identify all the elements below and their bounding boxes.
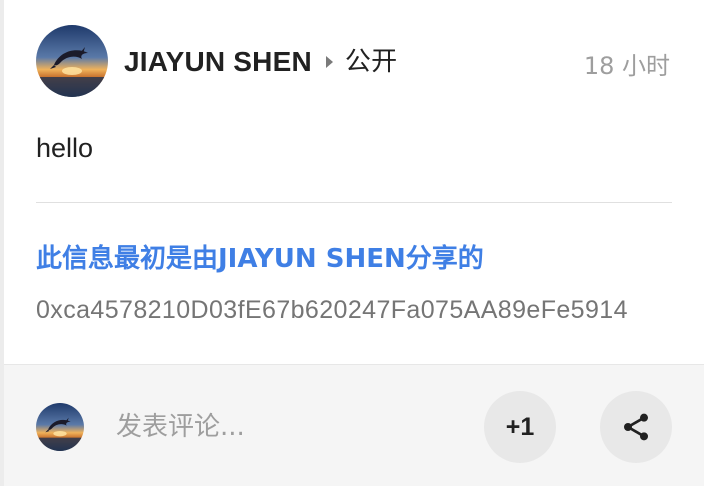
visibility-label[interactable]: 公开 (345, 44, 397, 80)
share-icon (620, 411, 652, 443)
comment-bar: +1 (4, 364, 704, 486)
plus-one-label: +1 (505, 412, 535, 441)
commenter-avatar (36, 403, 84, 451)
post-card: JIAYUN SHEN 公开 18 小时 hello 此信息最初是由JIAYUN… (0, 0, 704, 486)
share-button[interactable] (600, 391, 672, 463)
post-timestamp[interactable]: 18 小时 (584, 46, 670, 81)
comment-input[interactable] (116, 409, 446, 445)
dolphin-sunset-image (36, 25, 108, 97)
shared-by-link[interactable]: 此信息最初是由JIAYUN SHEN分享的 (36, 238, 484, 275)
wallet-address: 0xca4578210D03fE67b620247Fa075AA89eFe591… (36, 296, 628, 324)
plus-one-button[interactable]: +1 (484, 391, 556, 463)
post-header: JIAYUN SHEN 公开 18 小时 (4, 0, 704, 120)
author-line: JIAYUN SHEN 公开 (124, 44, 397, 80)
divider (36, 202, 672, 203)
caret-right-icon (325, 56, 333, 68)
author-name[interactable]: JIAYUN SHEN (124, 44, 312, 80)
dolphin-sunset-image (36, 403, 84, 451)
author-avatar[interactable] (36, 25, 108, 97)
post-text: hello (36, 133, 94, 163)
